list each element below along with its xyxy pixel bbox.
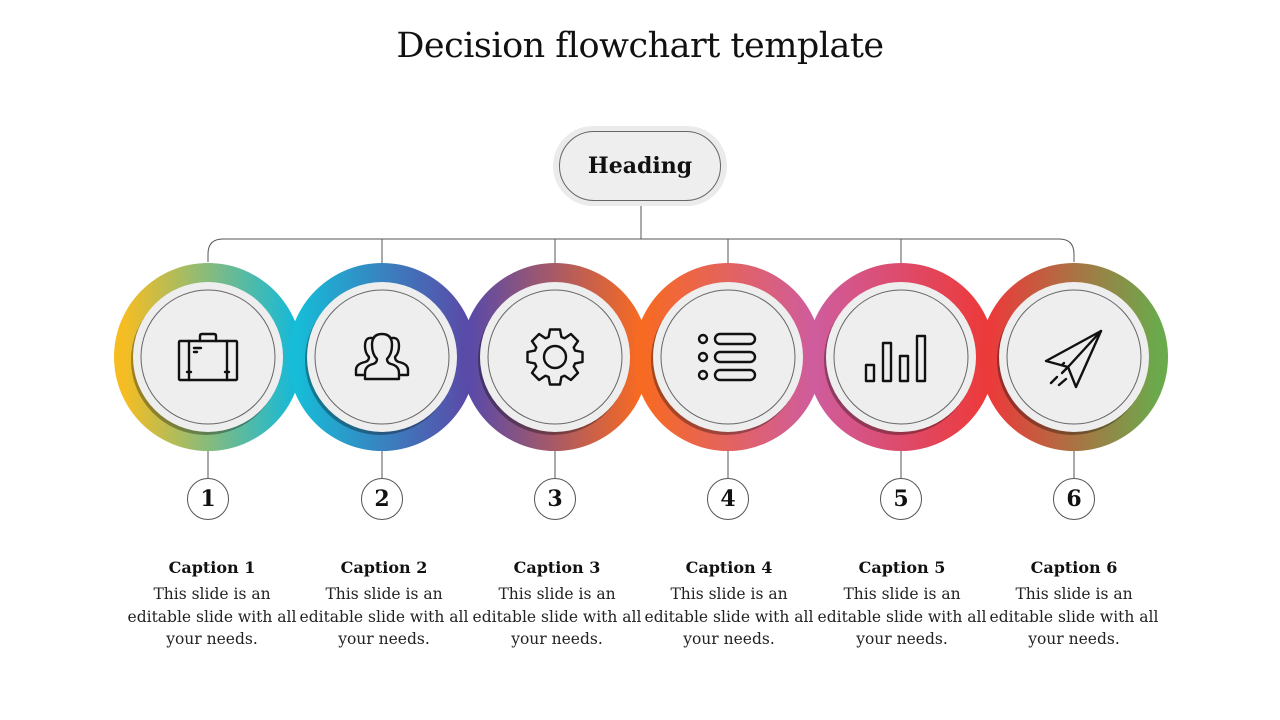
step-caption-block: Caption 2 This slide is an editable slide… bbox=[299, 558, 469, 651]
step-number-badge: 2 bbox=[361, 478, 403, 520]
caption-title: Caption 2 bbox=[340, 558, 428, 577]
caption-title: Caption 1 bbox=[168, 558, 256, 577]
step-caption-block: Caption 1 This slide is an editable slide… bbox=[127, 558, 297, 651]
step-node-2[interactable] bbox=[288, 263, 476, 451]
heading-box[interactable]: Heading bbox=[559, 131, 721, 201]
step-caption-block: Caption 5 This slide is an editable slide… bbox=[817, 558, 987, 651]
step-number-badge: 5 bbox=[880, 478, 922, 520]
caption-text: This slide is an editable slide with all… bbox=[989, 585, 1159, 648]
step-number-badge: 3 bbox=[534, 478, 576, 520]
icon-disc bbox=[480, 282, 630, 432]
heading-label: Heading bbox=[587, 153, 693, 179]
caption-title: Caption 5 bbox=[858, 558, 946, 577]
step-number-badge: 1 bbox=[187, 478, 229, 520]
step-node-1[interactable] bbox=[114, 263, 302, 451]
step-node-4[interactable] bbox=[634, 263, 822, 451]
caption-title: Caption 3 bbox=[513, 558, 601, 577]
caption-title: Caption 4 bbox=[685, 558, 773, 577]
step-number-badge: 6 bbox=[1053, 478, 1095, 520]
step-node-6[interactable] bbox=[980, 263, 1168, 451]
caption-text: This slide is an editable slide with all… bbox=[644, 585, 814, 648]
caption-text: This slide is an editable slide with all… bbox=[127, 585, 297, 648]
icon-disc bbox=[999, 282, 1149, 432]
caption-text: This slide is an editable slide with all… bbox=[299, 585, 469, 648]
caption-title: Caption 6 bbox=[1030, 558, 1118, 577]
caption-text: This slide is an editable slide with all… bbox=[817, 585, 987, 648]
step-caption-block: Caption 6 This slide is an editable slide… bbox=[989, 558, 1159, 651]
branch-line bbox=[207, 238, 1075, 262]
step-caption-block: Caption 3 This slide is an editable slide… bbox=[472, 558, 642, 651]
icon-disc bbox=[653, 282, 803, 432]
step-node-3[interactable] bbox=[461, 263, 649, 451]
step-caption-block: Caption 4 This slide is an editable slide… bbox=[644, 558, 814, 651]
caption-text: This slide is an editable slide with all… bbox=[472, 585, 642, 648]
icon-disc bbox=[307, 282, 457, 432]
step-number-badge: 4 bbox=[707, 478, 749, 520]
icon-disc bbox=[133, 282, 283, 432]
step-node-5[interactable] bbox=[807, 263, 995, 451]
